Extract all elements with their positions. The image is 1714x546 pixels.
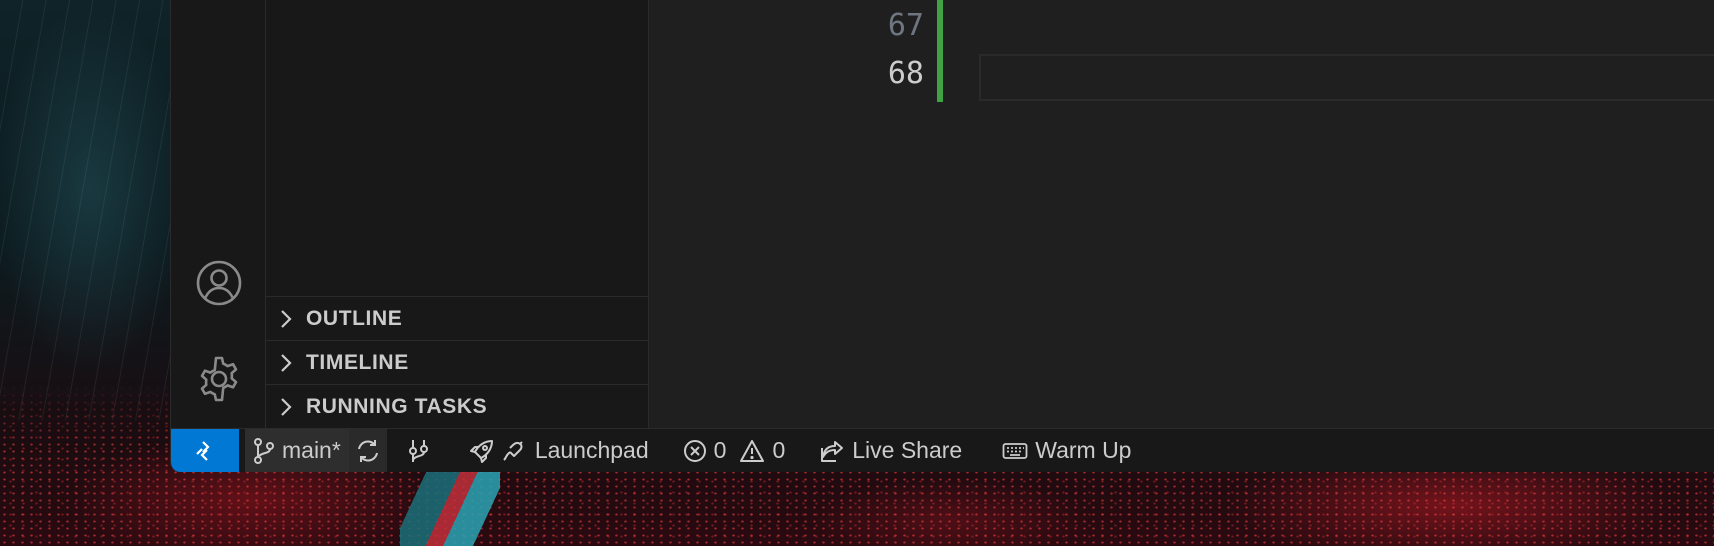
problems-button[interactable]: 0 0	[675, 429, 794, 473]
chevron-right-icon	[266, 309, 306, 329]
warm-up-button[interactable]: Warm Up	[994, 429, 1139, 473]
sync-icon	[355, 438, 381, 464]
warning-icon	[739, 439, 765, 463]
remote-icon	[193, 439, 217, 463]
chevron-right-icon	[266, 397, 306, 417]
launchpad-button[interactable]: Launchpad	[461, 429, 657, 473]
warm-up-label: Warm Up	[1035, 437, 1132, 463]
vscode-window: OUTLINE TIMELINE RUNNING TASKS 67 68 mai…	[170, 0, 1714, 472]
git-branch-icon	[253, 437, 275, 464]
remote-indicator-button[interactable]	[171, 428, 239, 472]
git-branch-button[interactable]: main*	[245, 428, 349, 472]
error-icon	[683, 439, 707, 463]
sidebar-section-outline[interactable]: OUTLINE	[266, 296, 649, 340]
sidebar-section-label: TIMELINE	[306, 350, 409, 374]
warning-count: 0	[772, 437, 786, 463]
line-number: 67	[887, 8, 924, 43]
sidebar: OUTLINE TIMELINE RUNNING TASKS	[266, 0, 649, 428]
activity-bar	[171, 0, 266, 428]
editor-area[interactable]: 67 68	[649, 0, 1714, 428]
live-share-icon	[819, 438, 845, 464]
current-line-highlight[interactable]	[979, 54, 1714, 101]
git-branch-label: main*	[282, 437, 341, 463]
status-bar: main* Launchpad 0 0 Live Share Warm Up	[171, 428, 1714, 472]
sidebar-section-label: RUNNING TASKS	[306, 394, 488, 418]
sidebar-section-running-tasks[interactable]: RUNNING TASKS	[266, 384, 649, 428]
git-added-gutter-indicator	[937, 0, 943, 102]
keyboard-icon	[1002, 441, 1028, 461]
source-control-graph-button[interactable]	[399, 429, 439, 473]
settings-gear-icon[interactable]	[193, 353, 245, 405]
sync-changes-button[interactable]	[348, 428, 387, 472]
account-icon[interactable]	[193, 257, 245, 309]
error-count: 0	[713, 437, 727, 463]
chevron-right-icon	[266, 353, 306, 373]
live-share-button[interactable]: Live Share	[811, 429, 970, 473]
wallpaper-object	[400, 470, 500, 546]
rocket-icon	[469, 438, 495, 464]
sidebar-section-label: OUTLINE	[306, 306, 403, 330]
line-number-current: 68	[887, 56, 924, 91]
plug-icon	[502, 438, 528, 464]
git-graph-icon	[407, 438, 431, 464]
launchpad-label: Launchpad	[534, 437, 649, 463]
live-share-label: Live Share	[852, 437, 963, 463]
sidebar-section-timeline[interactable]: TIMELINE	[266, 340, 649, 384]
